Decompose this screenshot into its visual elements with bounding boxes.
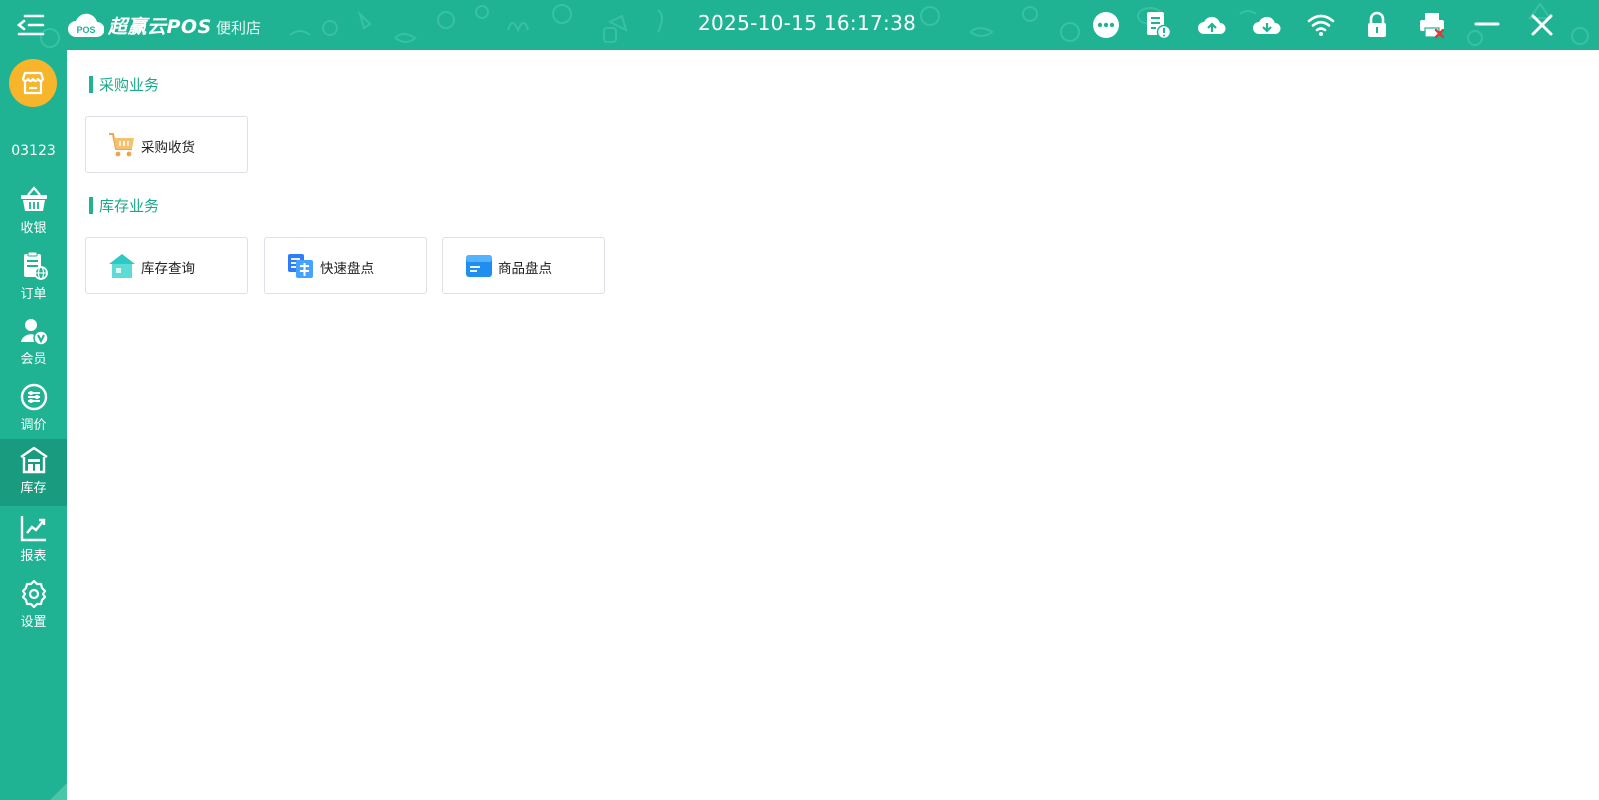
upload-button[interactable]: [1197, 10, 1227, 40]
sidebar: 03123 收银 订单 会员 调价 库存 报表 设置: [0, 50, 67, 800]
nav-item-label: 报表: [20, 549, 47, 564]
nav-item-label: 会员: [20, 352, 47, 367]
store-avatar[interactable]: [9, 59, 57, 107]
chart-icon: [20, 516, 46, 542]
download-button[interactable]: [1252, 10, 1282, 40]
nav-item-label: 设置: [20, 615, 47, 630]
corner-fold-icon: [50, 783, 67, 800]
warehouse-icon: [20, 446, 48, 474]
wifi-status[interactable]: [1306, 10, 1336, 40]
card-quick-count[interactable]: 快速盘点: [264, 237, 427, 294]
price-adjust-icon: [20, 383, 48, 411]
logo-badge-text: POS: [76, 25, 95, 35]
lock-icon: [1368, 11, 1386, 37]
main-content: 采购业务 采购收货 库存业务 库存查询 快速盘点 商品盘点: [67, 50, 1599, 800]
printer-button[interactable]: [1417, 10, 1447, 40]
app-logo: POS 超赢云POS: [68, 9, 212, 41]
nav-item-reports[interactable]: 报表: [0, 507, 67, 574]
settings-icon: [21, 579, 47, 609]
close-icon: [1531, 14, 1553, 36]
more-button[interactable]: [1091, 10, 1121, 40]
product-count-icon: [466, 255, 492, 277]
card-label: 快速盘点: [320, 261, 374, 277]
nav-item-price-adjust[interactable]: 调价: [0, 376, 67, 443]
lock-button[interactable]: [1362, 10, 1392, 40]
card-stock-query[interactable]: 库存查询: [85, 237, 248, 294]
house-icon: [109, 254, 135, 278]
clock: 2025-10-15 16:17:38: [698, 11, 917, 35]
store-icon: [21, 71, 45, 95]
nav-item-label: 收银: [20, 221, 47, 236]
section-title-purchase: 采购业务: [89, 76, 159, 94]
order-icon: [24, 251, 48, 280]
card-label: 商品盘点: [498, 261, 552, 277]
nav-item-inventory[interactable]: 库存: [0, 439, 67, 506]
card-label: 采购收货: [141, 140, 195, 156]
member-icon: [21, 319, 49, 346]
nav-item-orders[interactable]: 订单: [0, 245, 67, 312]
menu-icon: [16, 14, 45, 36]
section-title-inventory: 库存业务: [89, 197, 159, 215]
card-product-count[interactable]: 商品盘点: [442, 237, 605, 294]
close-button[interactable]: [1527, 10, 1557, 40]
app-name: 超赢云POS: [108, 15, 212, 38]
nav-item-label: 库存: [20, 481, 47, 496]
logo-badge: POS: [68, 11, 105, 39]
card-label: 库存查询: [141, 261, 195, 277]
shopping-cart-icon: [109, 133, 134, 157]
cashier-id: 03123: [11, 143, 56, 159]
card-purchase-receive[interactable]: 采购收货: [85, 116, 248, 173]
notice-icon: [1147, 12, 1172, 40]
store-type-label: 便利店: [216, 19, 262, 37]
quick-count-icon: [288, 254, 313, 278]
minimize-icon: [1474, 22, 1500, 26]
nav-item-cashier[interactable]: 收银: [0, 179, 67, 246]
nav-item-settings[interactable]: 设置: [0, 573, 67, 640]
nav-item-members[interactable]: 会员: [0, 310, 67, 377]
basket-icon: [21, 186, 47, 211]
nav-item-label: 调价: [20, 418, 47, 433]
printer-icon: [1420, 13, 1445, 39]
nav-item-label: 订单: [20, 287, 47, 302]
more-icon: [1093, 12, 1119, 38]
notice-button[interactable]: [1143, 10, 1173, 40]
menu-toggle-button[interactable]: [16, 11, 46, 39]
title-bar: POS 超赢云POS 便利店 2025-10-15 16:17:38: [0, 0, 1599, 50]
minimize-button[interactable]: [1472, 10, 1502, 40]
download-icon: [1253, 16, 1281, 34]
wifi-icon: [1307, 14, 1335, 36]
upload-icon: [1198, 16, 1226, 34]
